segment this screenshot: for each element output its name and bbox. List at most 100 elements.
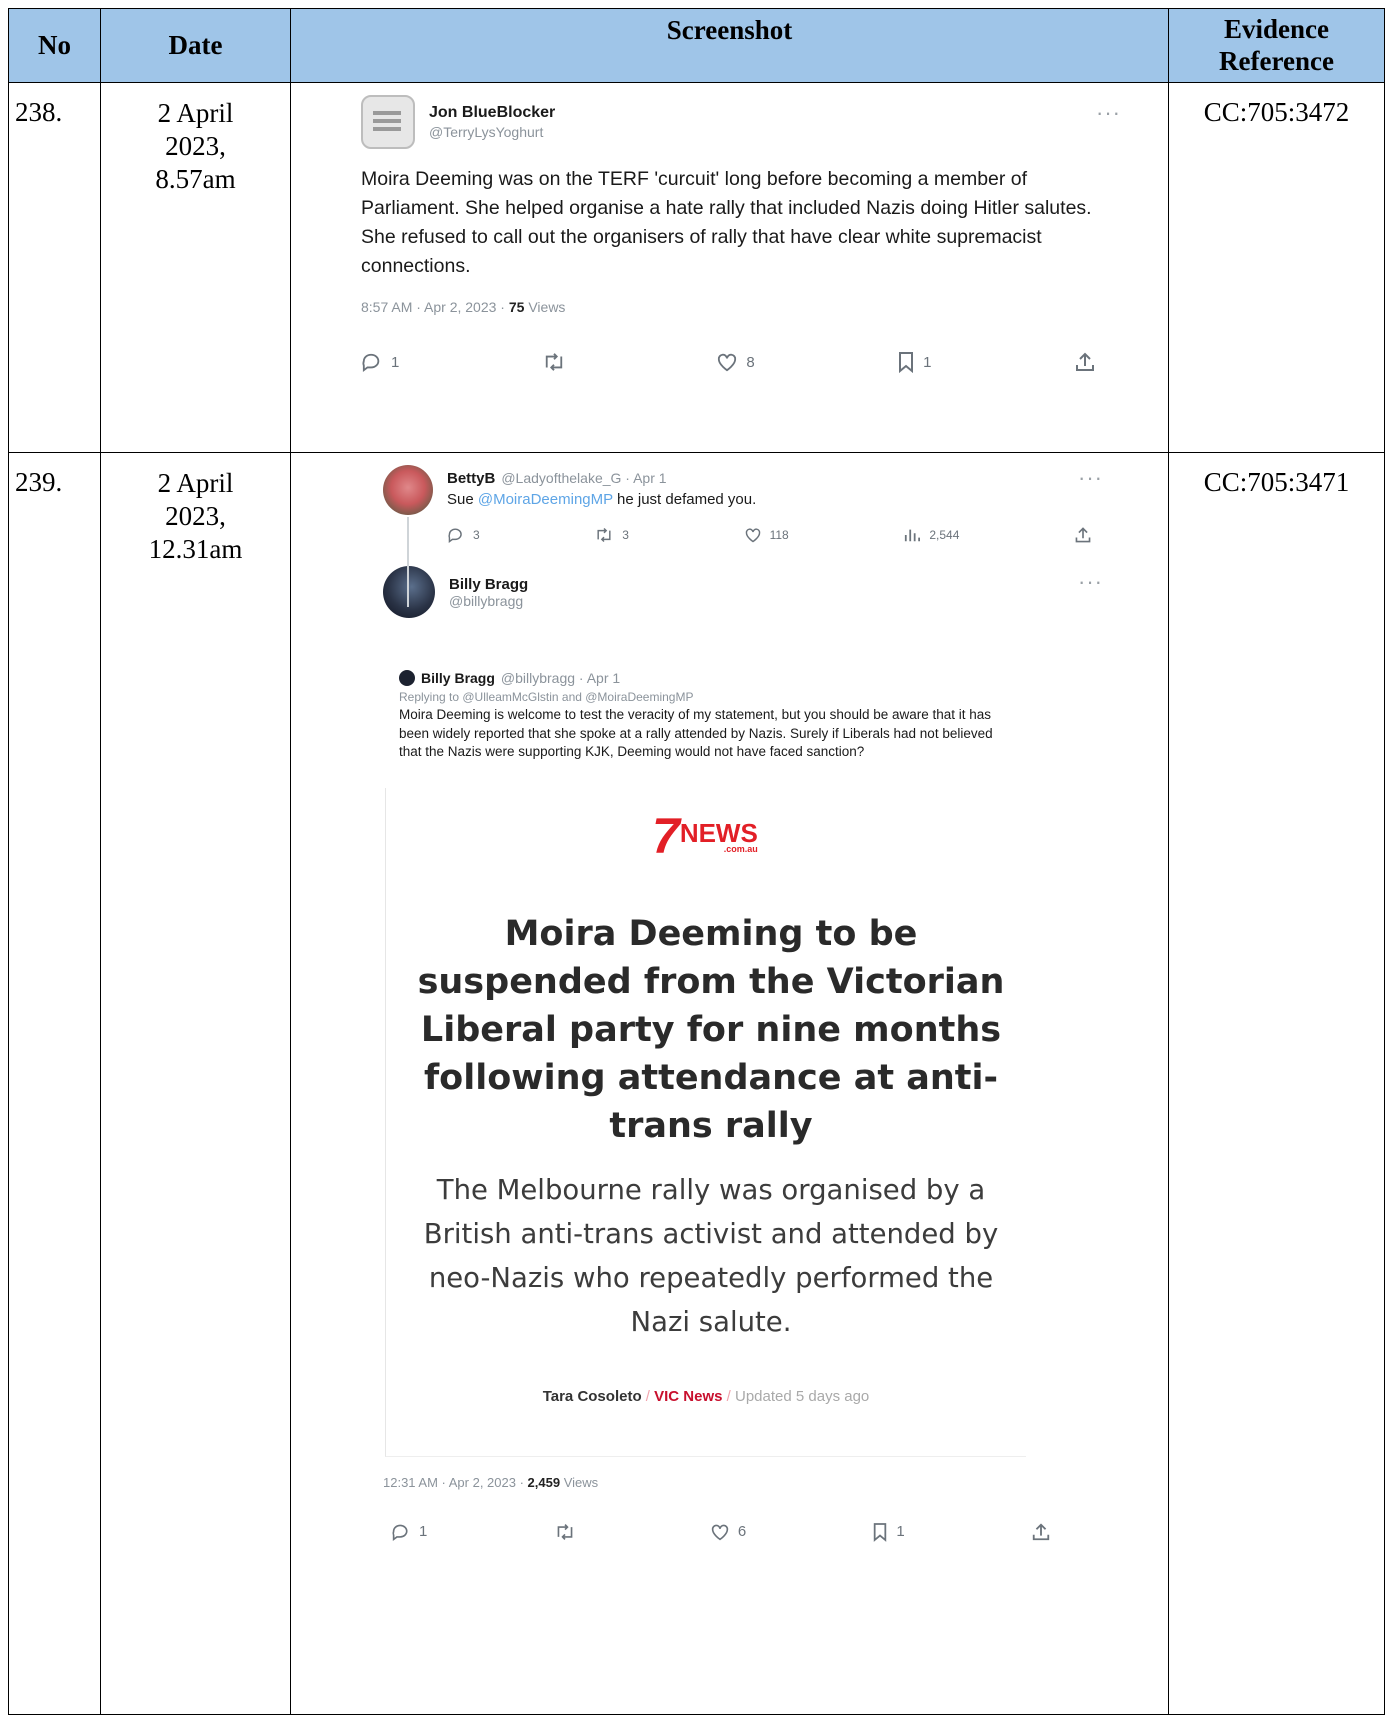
evidence-reference: CC:705:3471 <box>1168 452 1385 1715</box>
like-count: 6 <box>737 1523 747 1540</box>
share-icon <box>1075 527 1091 543</box>
display-name[interactable]: BettyB <box>447 470 495 487</box>
tweet-238: Jon BlueBlocker @TerryLysYoghurt ··· Moi… <box>361 95 1121 373</box>
reply-count: 1 <box>419 1523 428 1540</box>
like-button[interactable]: 6 <box>710 1523 746 1541</box>
header-row: No Date Screenshot Evidence Reference <box>8 8 1385 83</box>
share-button[interactable] <box>1074 351 1096 373</box>
reply-icon <box>448 528 462 543</box>
bookmark-button[interactable]: 1 <box>897 351 931 373</box>
text-suffix: he just defamed you. <box>612 491 757 508</box>
header-screenshot: Screenshot <box>290 8 1169 83</box>
date-line: 2 April <box>157 98 234 128</box>
screenshot-cell: Jon BlueBlocker @TerryLysYoghurt ··· Moi… <box>290 82 1169 453</box>
share-icon <box>1032 1522 1050 1540</box>
like-icon <box>745 528 760 543</box>
views-button[interactable]: 2,544 <box>903 527 959 543</box>
replying-to[interactable]: Replying to @UlleamMcGlstin and @MoiraDe… <box>399 690 1009 704</box>
more-options-icon[interactable]: ··· <box>1096 100 1121 126</box>
logo-domain: .com.au <box>723 843 758 854</box>
like-count: 118 <box>769 528 789 542</box>
like-button[interactable]: 8 <box>716 352 755 372</box>
7news-logo: 7NEWS .com.au <box>652 811 758 861</box>
timestamp[interactable]: 8:57 AM · Apr 2, 2023 · <box>361 299 509 315</box>
byline-separator: / <box>722 1387 735 1405</box>
handle-date[interactable]: @Ladyofthelake_G · Apr 1 <box>501 470 666 486</box>
more-options-icon[interactable]: ··· <box>1078 465 1103 491</box>
quoted-handle-date[interactable]: @billybragg · Apr 1 <box>501 670 620 686</box>
byline-separator: / <box>641 1387 655 1405</box>
main-tweet-header: Billy Bragg @billybragg ··· <box>383 566 1103 618</box>
like-button[interactable]: 118 <box>744 527 789 543</box>
header-date: Date <box>100 8 291 83</box>
tweet-meta: 12:31 AM · Apr 2, 2023 · 2,459 Views <box>383 1475 1103 1490</box>
quoted-display-name[interactable]: Billy Bragg <box>421 670 495 686</box>
evidence-reference: CC:705:3472 <box>1168 82 1385 453</box>
action-bar: 3 3 118 2,544 <box>447 526 1092 544</box>
article-subheadline: The Melbourne rally was organised by a B… <box>423 1173 999 1338</box>
handle[interactable]: @billybragg <box>449 593 1064 609</box>
bookmark-icon <box>874 1522 887 1542</box>
article-updated: Updated 5 days ago <box>735 1387 870 1405</box>
row-number: 238. <box>8 82 101 453</box>
reply-icon <box>362 353 380 372</box>
reply-button[interactable]: 3 <box>447 527 480 543</box>
bookmark-button[interactable]: 1 <box>872 1522 905 1542</box>
views-label: Views <box>560 1474 599 1490</box>
timestamp[interactable]: 12:31 AM · Apr 2, 2023 · <box>383 1475 528 1490</box>
retweet-icon <box>557 1523 572 1540</box>
bookmark-count: 1 <box>923 353 932 371</box>
logo-number: 7 <box>652 807 680 864</box>
tweet-text: Sue @MoiraDeemingMP he just defamed you. <box>447 491 1103 508</box>
share-button[interactable] <box>1074 526 1092 544</box>
retweet-button[interactable]: 3 <box>594 527 629 543</box>
views-label: Views <box>524 299 566 315</box>
like-icon <box>711 1524 728 1540</box>
handle[interactable]: @TerryLysYoghurt <box>429 124 1082 140</box>
views-count: 2,544 <box>929 528 960 542</box>
reply-count: 3 <box>473 528 480 542</box>
retweet-button[interactable] <box>554 1523 584 1541</box>
screenshot-cell: BettyB @Ladyofthelake_G · Apr 1 ··· Sue … <box>290 452 1169 1715</box>
bookmark-count: 1 <box>896 1523 905 1540</box>
reply-count: 1 <box>391 353 400 371</box>
retweet-icon <box>545 353 563 371</box>
news-article-card[interactable]: 7NEWS .com.au Moira Deeming to be suspen… <box>385 787 1026 1457</box>
tweet-text: Moira Deeming was on the TERF 'curcuit' … <box>361 168 1092 277</box>
views-icon <box>905 529 921 542</box>
table-row: 239. 2 April 2023, 12.31am BettyB @Ladyo… <box>8 452 1385 1715</box>
row-number: 239. <box>8 452 101 1715</box>
article-section[interactable]: VIC News <box>654 1388 722 1405</box>
bookmark-icon <box>899 352 914 373</box>
date-line: 8.57am <box>155 163 236 194</box>
tweet-239: BettyB @Ladyofthelake_G · Apr 1 ··· Sue … <box>383 465 1103 1542</box>
avatar <box>399 670 415 686</box>
action-bar: 1 6 1 <box>391 1522 1051 1542</box>
view-count: 75 <box>508 299 525 315</box>
header-no: No <box>8 8 101 83</box>
like-count: 8 <box>746 353 755 371</box>
date-line: 2023, <box>165 130 226 161</box>
date-line: 2 April <box>157 468 234 498</box>
quoted-tweet[interactable]: Billy Bragg @billybragg · Apr 1 Replying… <box>399 670 1009 762</box>
article-headline: Moira Deeming to be suspended from the V… <box>417 913 1005 1146</box>
reply-icon <box>392 1524 408 1541</box>
avatar <box>361 95 415 149</box>
header-evidence-reference: Evidence Reference <box>1168 8 1385 83</box>
article-author[interactable]: Tara Cosoleto <box>543 1388 642 1405</box>
retweet-count: 3 <box>622 528 629 542</box>
share-button[interactable] <box>1031 1522 1051 1542</box>
date-line: 2023, <box>165 500 226 531</box>
retweet-button[interactable] <box>542 352 574 372</box>
date-line: 12.31am <box>148 533 243 564</box>
retweet-icon <box>597 527 611 543</box>
more-options-icon[interactable]: ··· <box>1078 569 1103 595</box>
reply-button[interactable]: 1 <box>391 1523 427 1541</box>
mention-link[interactable]: @MoiraDeemingMP <box>478 491 613 508</box>
like-icon <box>718 353 737 372</box>
reply-button[interactable]: 1 <box>361 352 399 372</box>
display-name[interactable]: Jon BlueBlocker <box>429 104 1082 122</box>
display-name[interactable]: Billy Bragg <box>449 576 1064 593</box>
tweet-meta: 8:57 AM · Apr 2, 2023 · 75 Views <box>361 299 1121 315</box>
article-byline: Tara Cosoleto / VIC News / Updated 5 day… <box>386 1388 1026 1405</box>
